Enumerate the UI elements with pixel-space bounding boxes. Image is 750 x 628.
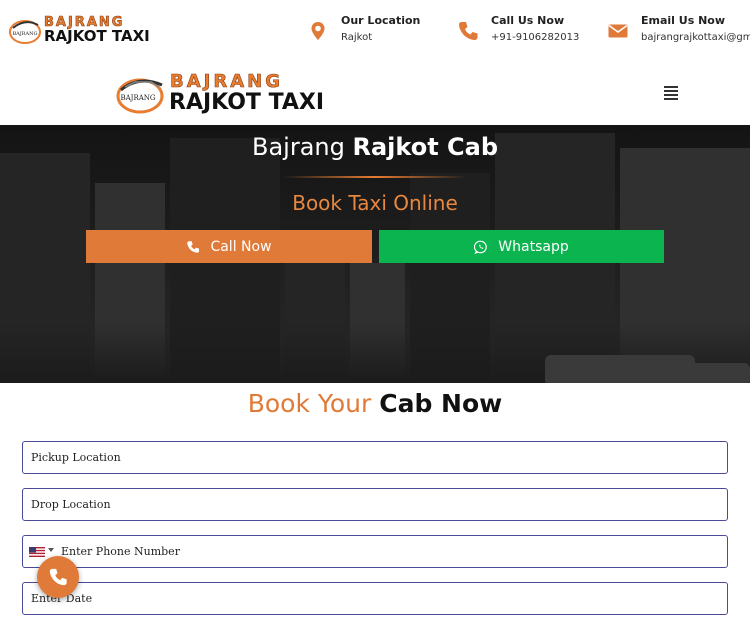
envelope-icon xyxy=(608,24,628,38)
hero-banner: Bajrang Rajkot Cab Book Taxi Online Call… xyxy=(0,125,750,383)
taxi-logo-emblem: BAJRANG xyxy=(116,78,164,114)
whatsapp-button[interactable]: Whatsapp xyxy=(379,230,664,263)
hamburger-menu-icon[interactable] xyxy=(660,84,682,104)
email-title: Email Us Now xyxy=(641,14,726,27)
location-value: Rajkot xyxy=(341,32,373,43)
pickup-location-input[interactable] xyxy=(23,442,727,473)
hero-title: Bajrang Rajkot Cab xyxy=(251,133,499,161)
top-info-bar: BAJRANG BAJRANG RAJKOT TAXI Our Location… xyxy=(0,0,750,62)
floating-call-button[interactable] xyxy=(37,556,79,598)
phone-icon xyxy=(187,240,200,253)
pickup-location-field[interactable] xyxy=(22,441,728,474)
whatsapp-label: Whatsapp xyxy=(498,238,569,255)
brand-name-bottom: RAJKOT TAXI xyxy=(169,90,325,115)
brand-logo[interactable]: BAJRANG BAJRANG RAJKOT TAXI xyxy=(115,72,325,116)
email-value[interactable]: bajrangrajkottaxi@gma xyxy=(641,32,750,43)
call-now-button[interactable]: Call Now xyxy=(86,230,372,263)
drop-location-input[interactable] xyxy=(23,489,727,520)
map-pin-icon xyxy=(311,22,325,40)
location-title: Our Location xyxy=(341,14,421,27)
hero-subtitle: Book Taxi Online xyxy=(292,191,458,215)
phone-number-field[interactable] xyxy=(22,535,728,568)
call-value[interactable]: +91-9106282013 xyxy=(491,32,579,43)
brand-name-top: BAJRANG xyxy=(170,71,283,92)
call-title: Call Us Now xyxy=(491,14,565,27)
booking-title: Book Your Cab Now xyxy=(247,389,503,418)
call-now-label: Call Now xyxy=(210,238,272,255)
phone-number-input[interactable] xyxy=(23,536,727,567)
hero-divider xyxy=(283,176,467,178)
svg-text:BAJRANG: BAJRANG xyxy=(120,94,155,102)
date-input[interactable] xyxy=(23,583,727,614)
date-field[interactable] xyxy=(22,582,728,615)
brand-logo-small[interactable]: BAJRANG BAJRANG RAJKOT TAXI xyxy=(8,16,150,46)
brand-name-bottom: RAJKOT TAXI xyxy=(44,27,150,45)
taxi-logo-emblem: BAJRANG xyxy=(9,20,41,44)
svg-text:BAJRANG: BAJRANG xyxy=(12,31,37,37)
phone-icon xyxy=(459,22,478,40)
site-header: BAJRANG BAJRANG RAJKOT TAXI xyxy=(0,62,750,125)
drop-location-field[interactable] xyxy=(22,488,728,521)
phone-icon xyxy=(49,568,67,586)
whatsapp-icon xyxy=(474,240,488,254)
